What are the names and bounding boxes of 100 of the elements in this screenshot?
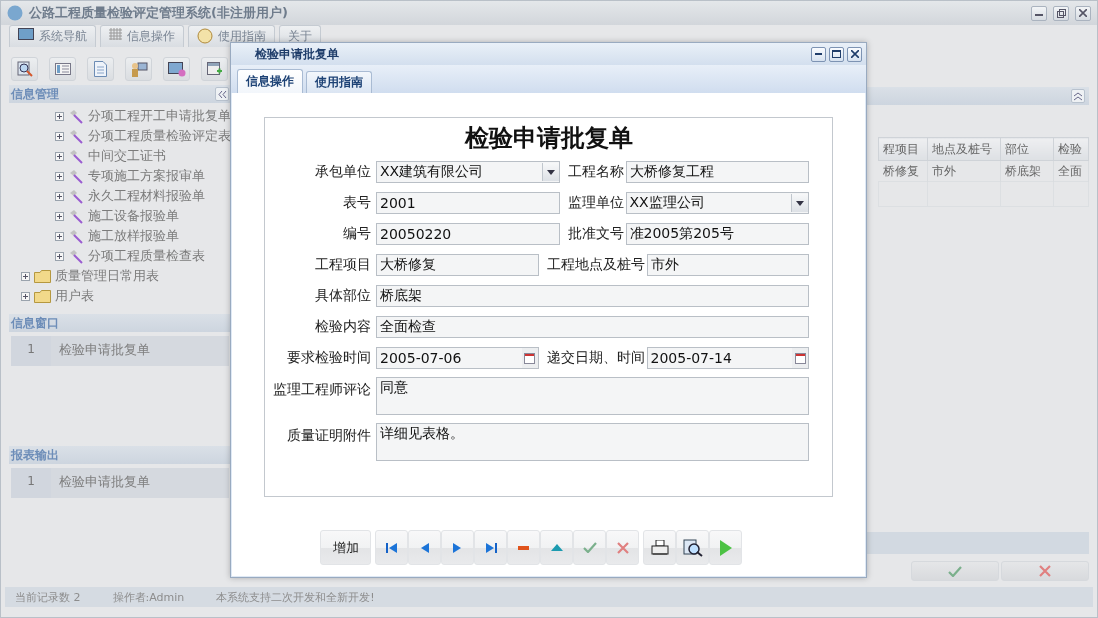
- collapse-button[interactable]: [1071, 89, 1085, 103]
- input-field[interactable]: 20050220: [376, 222, 560, 245]
- printer-icon: [650, 539, 669, 556]
- folder-icon: [34, 289, 51, 303]
- expand-toggle[interactable]: [55, 231, 64, 241]
- tree-item[interactable]: 分项工程开工申请批复单: [88, 107, 231, 125]
- input-field[interactable]: 2001: [376, 191, 560, 214]
- select-field[interactable]: XX监理公司: [625, 191, 809, 214]
- expand-toggle[interactable]: [55, 171, 64, 181]
- tree-item[interactable]: 专项施工方案报审单: [88, 167, 205, 185]
- add-button[interactable]: 增加: [320, 530, 371, 565]
- window-list-item[interactable]: 1 检验申请批复单: [11, 336, 229, 366]
- first-button[interactable]: [375, 530, 408, 565]
- up-button[interactable]: [540, 530, 573, 565]
- last-button[interactable]: [474, 530, 507, 565]
- close-button[interactable]: [847, 46, 862, 62]
- expand-toggle[interactable]: [55, 151, 64, 161]
- next-button[interactable]: [441, 530, 474, 565]
- date-field[interactable]: 2005-07-06: [376, 346, 539, 369]
- preview-button[interactable]: [676, 530, 709, 565]
- report-list-item[interactable]: 1 检验申请批复单: [11, 468, 229, 498]
- toolbar-button[interactable]: [201, 57, 228, 81]
- table-cell: 桥修复: [878, 160, 928, 182]
- column-header[interactable]: 地点及桩号: [927, 137, 1001, 161]
- input-field[interactable]: 全面检查: [376, 315, 809, 338]
- tree-item[interactable]: 施工放样报验单: [88, 227, 179, 245]
- tree-item[interactable]: 施工设备报验单: [88, 207, 179, 225]
- toolbar-button[interactable]: [49, 57, 76, 81]
- maximize-button[interactable]: [829, 46, 844, 62]
- dialog-tab[interactable]: 信息操作: [237, 69, 303, 93]
- preview-icon: [682, 538, 703, 557]
- expand-toggle[interactable]: [55, 111, 64, 121]
- expand-toggle[interactable]: [21, 291, 30, 301]
- expand-toggle[interactable]: [55, 211, 64, 221]
- nav-tab[interactable]: 信息操作: [100, 25, 184, 47]
- date-field[interactable]: 2005-07-14: [646, 346, 809, 369]
- field-label: 质量证明附件: [286, 426, 372, 445]
- print-button[interactable]: [643, 530, 676, 565]
- field-label: 批准文号: [566, 224, 625, 243]
- previous-icon: [420, 542, 429, 553]
- field-label: 工程项目: [314, 255, 372, 274]
- document-icon: [94, 61, 107, 77]
- next-icon: [453, 542, 462, 553]
- field-label: 工程名称: [566, 162, 625, 181]
- prev-button[interactable]: [408, 530, 441, 565]
- expand-toggle[interactable]: [55, 131, 64, 141]
- input-field[interactable]: 准2005第205号: [625, 222, 809, 245]
- play-icon: [719, 539, 732, 556]
- row-name: 检验申请批复单: [58, 473, 151, 491]
- expand-toggle[interactable]: [55, 251, 64, 261]
- column-header[interactable]: 部位: [1000, 137, 1054, 161]
- expand-toggle[interactable]: [55, 191, 64, 201]
- grid-icon: [109, 28, 122, 40]
- section-title: 信息管理: [11, 85, 59, 103]
- delete-button[interactable]: [507, 530, 540, 565]
- tree-item[interactable]: 永久工程材料报验单: [88, 187, 205, 205]
- tree-item[interactable]: 分项工程质量检验评定表: [88, 127, 231, 145]
- close-icon: [1039, 565, 1051, 577]
- input-field[interactable]: 大桥修复: [376, 253, 539, 276]
- field-label: 递交日期、时间: [545, 348, 646, 367]
- wand-icon: [68, 188, 84, 204]
- select-field[interactable]: XX建筑有限公司: [376, 160, 560, 183]
- wand-icon: [68, 128, 84, 144]
- nav-tab[interactable]: 使用指南: [188, 25, 275, 47]
- input-field[interactable]: 桥底架: [376, 284, 809, 307]
- collapse-button[interactable]: [215, 87, 229, 101]
- tree-item[interactable]: 分项工程质量检查表: [88, 247, 205, 265]
- table-cell: 全面: [1053, 160, 1089, 182]
- monitor-icon: [167, 61, 186, 77]
- tree-item[interactable]: 质量管理日常用表: [55, 267, 159, 285]
- field-label: 检验内容: [314, 317, 372, 336]
- field-label: 表号: [342, 193, 372, 212]
- calendar-icon: [794, 352, 806, 364]
- dialog-tab[interactable]: 使用指南: [306, 71, 372, 93]
- field-label: 承包单位: [314, 162, 372, 181]
- column-header[interactable]: 程项目: [878, 137, 928, 161]
- nav-tab[interactable]: 系统导航: [9, 25, 96, 47]
- close-icon: [850, 50, 859, 58]
- close-button[interactable]: [1075, 5, 1091, 21]
- tree-item[interactable]: 中间交工证书: [88, 147, 166, 165]
- column-header[interactable]: 检验: [1053, 137, 1089, 161]
- minimize-button[interactable]: [1031, 5, 1047, 21]
- toolbar-button[interactable]: [163, 57, 190, 81]
- text-area[interactable]: 同意: [376, 377, 809, 415]
- expand-toggle[interactable]: [21, 271, 30, 281]
- check-icon: [582, 542, 597, 553]
- section-title: 报表输出: [11, 446, 59, 464]
- text-area[interactable]: 详细见表格。: [376, 423, 809, 461]
- minimize-button[interactable]: [811, 46, 826, 62]
- toolbar-button[interactable]: [11, 57, 38, 81]
- input-field[interactable]: 大桥修复工程: [625, 160, 809, 183]
- search-icon: [16, 61, 33, 77]
- field-label: 监理单位: [566, 193, 625, 212]
- dropdown-arrow-icon: [546, 169, 555, 175]
- input-field[interactable]: 市外: [646, 253, 809, 276]
- field-label: 工程地点及桩号: [545, 255, 646, 274]
- app-logo-icon: [7, 5, 23, 21]
- form-title: 检验申请批复单: [463, 122, 634, 154]
- tree-item[interactable]: 用户表: [55, 287, 94, 305]
- restore-button[interactable]: [1053, 5, 1069, 21]
